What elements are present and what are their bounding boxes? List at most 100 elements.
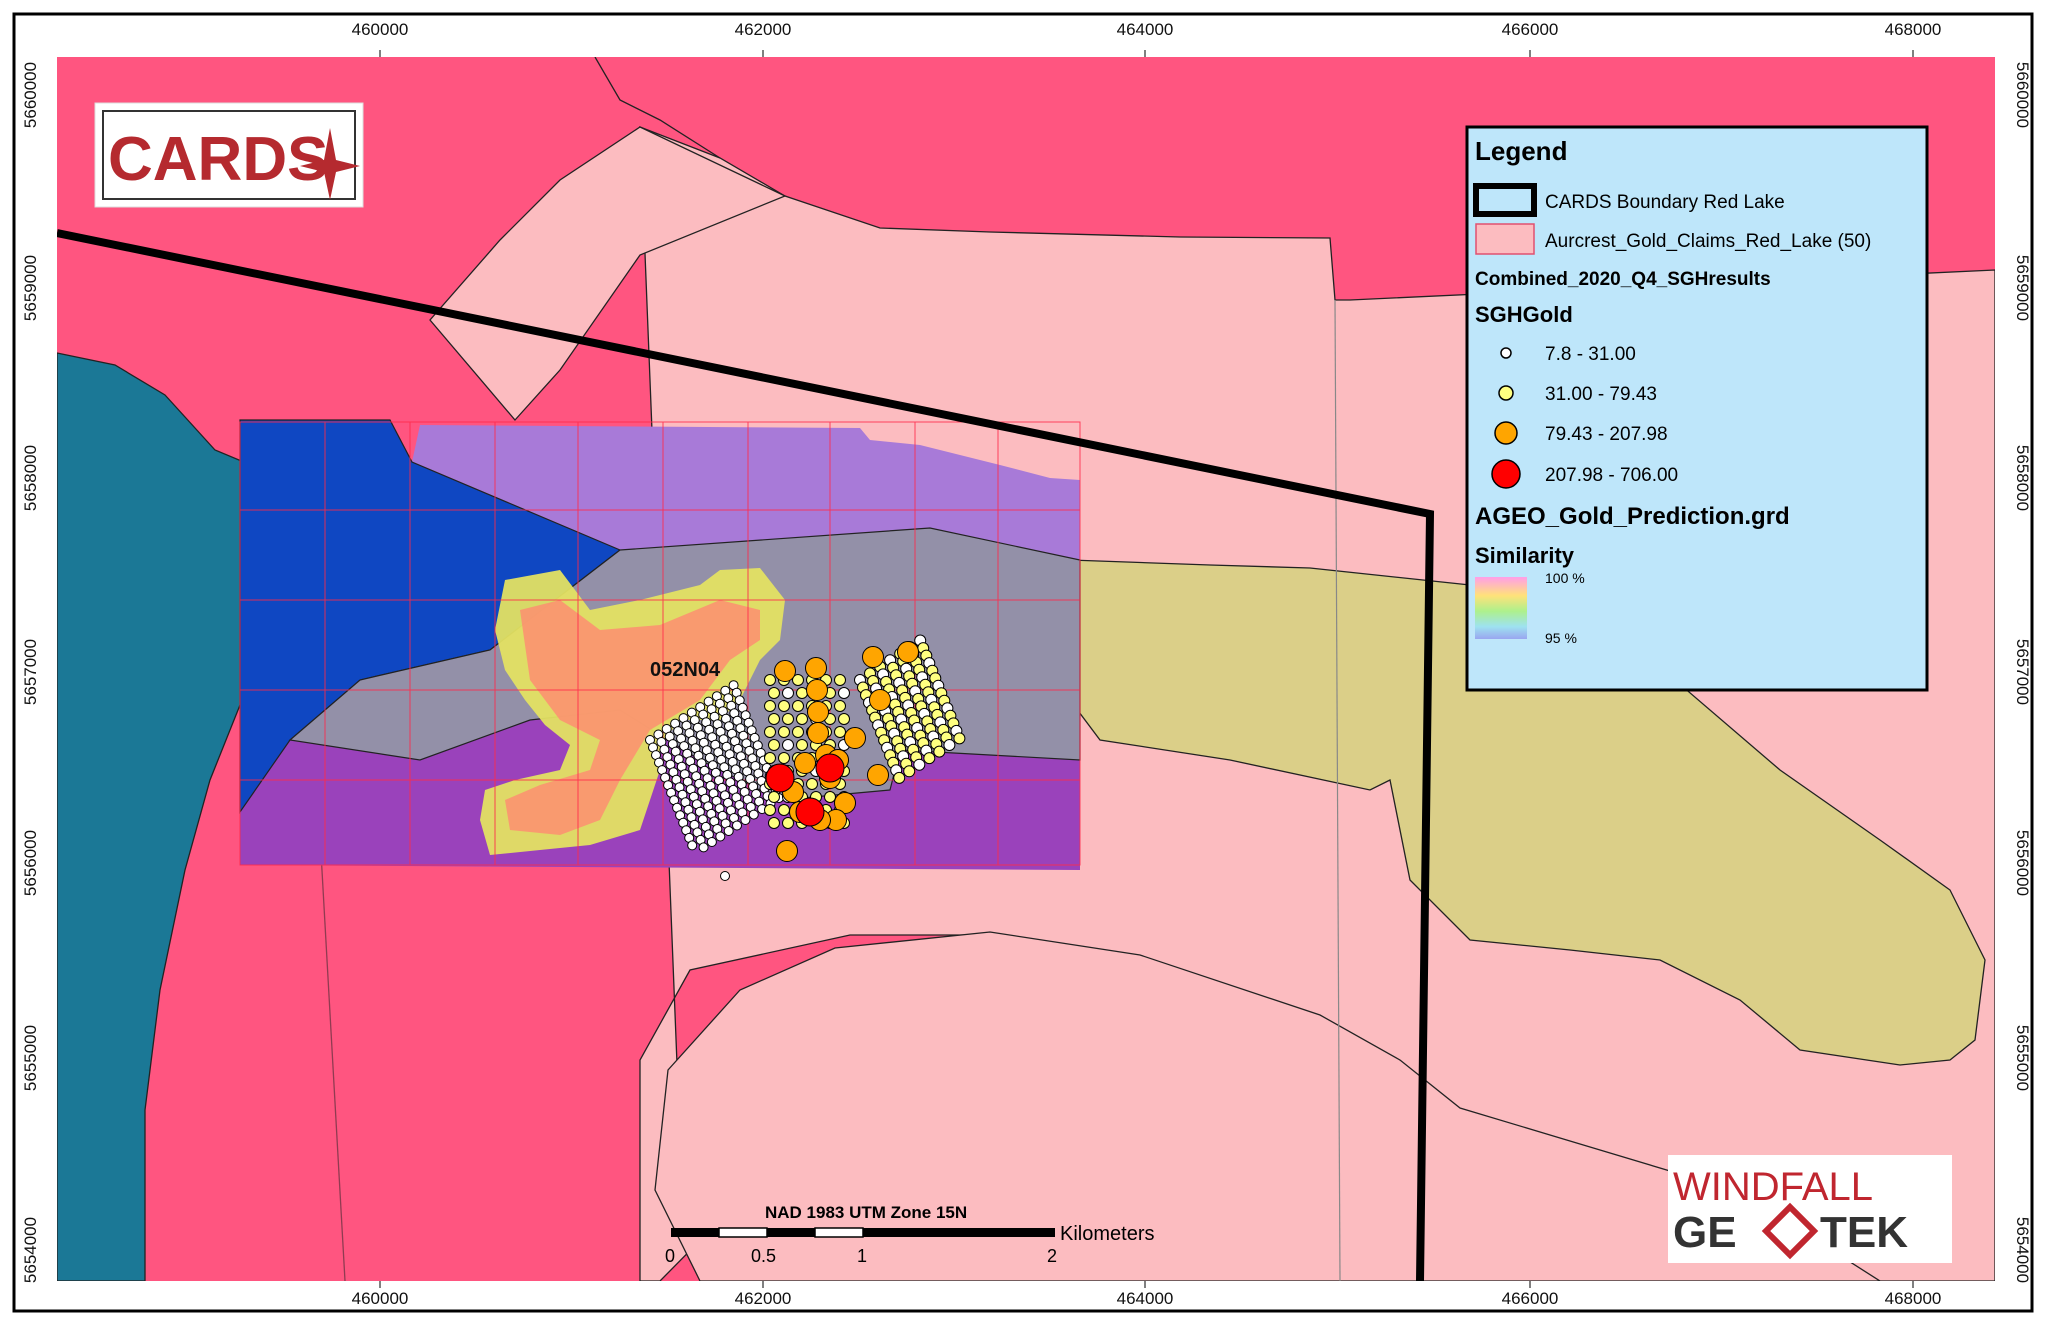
legend-class-3-symbol [1494,421,1518,445]
sample-point [838,713,850,725]
sample-point [768,687,780,699]
legend-class-3-label: 79.43 - 207.98 [1545,424,1668,445]
scale-bar-units: Kilometers [1060,1223,1154,1245]
cards-logo: CARDS [94,102,364,208]
sample-point [862,646,884,668]
legend-similarity-label: Similarity [1475,543,1575,568]
scale-bar-label-1: 1 [857,1246,867,1266]
legend: Legend CARDS Boundary Red Lake Aurcrest_… [1465,125,1929,692]
sample-point [794,752,816,774]
y-tick-label: 5655000 [2013,1025,2032,1091]
legend-field-label: SGHGold [1475,302,1573,327]
y-tick-label: 5655000 [21,1025,40,1091]
sample-point [795,797,825,827]
sample-point [893,771,906,784]
sample-point [796,687,808,699]
legend-boundary-label: CARDS Boundary Red Lake [1545,192,1785,213]
sample-point [765,763,795,793]
y-tick-label: 5658000 [21,445,40,511]
sample-point [834,726,846,738]
windfall-logo-line1: WINDFALL [1673,1165,1873,1209]
sample-point [774,660,796,682]
legend-ramp-max: 100 % [1545,570,1585,586]
sample-point [838,687,850,699]
prediction-grid-area: 052N04 [239,419,1081,870]
sample-point [815,753,845,783]
legend-claims-swatch [1475,223,1535,255]
sample-point [732,820,742,831]
sample-point [913,758,926,771]
legend-raster-label: AGEO_Gold_Prediction.grd [1475,503,1790,530]
sample-point [764,700,776,712]
grid-label: 052N04 [650,659,721,681]
legend-class-1-label: 7.8 - 31.00 [1545,344,1636,365]
sample-point [768,817,780,829]
sample-point [776,840,798,862]
y-tick-label: 5660000 [21,62,40,128]
map-canvas[interactable]: 052N04 460000 460000 462000 462000 464000 464… [0,0,2048,1325]
sample-point [778,752,790,764]
windfall-logo-line2: GE [1673,1208,1737,1257]
sample-point [805,657,827,679]
x-tick-label: 466000 [1502,1289,1559,1308]
y-tick-label: 5658000 [2013,445,2032,511]
y-tick-label: 5656000 [21,830,40,896]
y-tick-label: 5660000 [2013,62,2032,128]
sample-point [796,739,808,751]
sample-point [867,764,889,786]
legend-similarity-ramp [1475,577,1527,639]
scale-bar-label-0: 0 [665,1246,675,1266]
legend-class-4-label: 207.98 - 706.00 [1545,465,1678,486]
x-tick-label: 462000 [735,20,792,39]
sample-point [778,700,790,712]
x-tick-label: 460000 [352,1289,409,1308]
x-tick-label: 464000 [1117,1289,1174,1308]
sample-point [768,739,780,751]
sample-point [869,689,891,711]
sample-point [943,739,956,751]
y-tick-label: 5654000 [21,1217,40,1283]
sample-point [806,679,828,701]
sample-point [844,727,866,749]
y-tick-label: 5657000 [21,639,40,705]
x-tick-label: 466000 [1502,20,1559,39]
sample-point [778,804,790,816]
legend-boundary-swatch [1473,183,1537,217]
sample-point [782,739,794,751]
sample-point [740,815,751,825]
sample-point [764,804,776,816]
sample-point [807,701,829,723]
x-tick-label: 468000 [1885,20,1942,39]
y-tick-label: 5656000 [2013,830,2032,896]
sample-point [897,641,919,663]
sample-point [720,871,730,881]
x-tick-label: 462000 [735,1289,792,1308]
sample-point [782,713,794,725]
legend-title: Legend [1475,136,1567,166]
sample-point [806,778,818,790]
sample-point [807,722,829,744]
legend-layer-label: Combined_2020_Q4_SGHresults [1475,269,1771,290]
windfall-geotek-logo: WINDFALL GE TEK [1668,1155,1952,1263]
y-tick-label: 5659000 [2013,255,2032,321]
legend-ramp-min: 95 % [1545,630,1577,646]
sample-point [953,732,966,745]
sample-point [792,700,804,712]
sample-point [796,713,808,725]
cards-logo-text: CARDS [108,125,328,194]
sample-point [764,726,776,738]
sample-point [698,842,709,853]
y-tick-label: 5657000 [2013,639,2032,705]
sample-point [715,831,726,842]
x-tick-label: 468000 [1885,1289,1942,1308]
sample-point [768,713,780,725]
sample-point [903,765,916,778]
sample-point [782,687,794,699]
x-tick-label: 460000 [352,20,409,39]
scale-bar-title: NAD 1983 UTM Zone 15N [765,1203,967,1222]
sample-point [933,745,946,758]
sample-point [748,809,759,820]
legend-claims-label: Aurcrest_Gold_Claims_Red_Lake (50) [1545,231,1871,252]
x-tick-label: 464000 [1117,20,1174,39]
legend-class-4-symbol [1491,459,1521,489]
